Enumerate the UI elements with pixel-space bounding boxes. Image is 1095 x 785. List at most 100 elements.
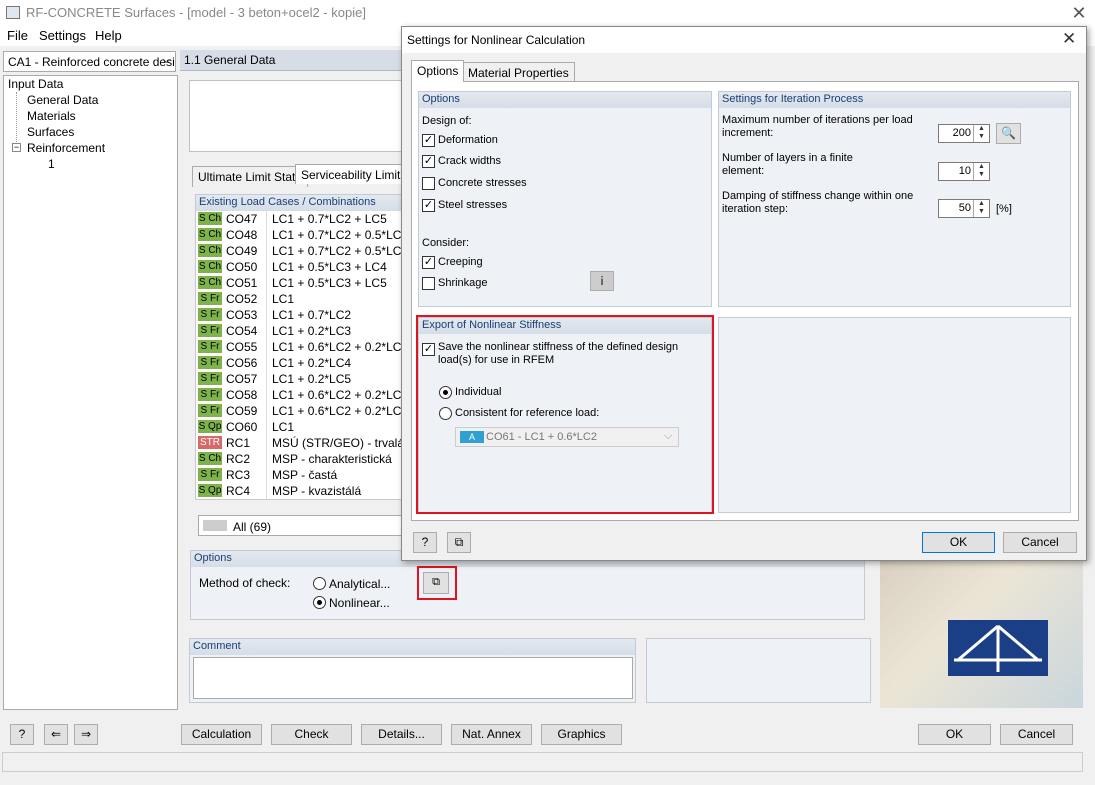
load-case-filter[interactable]: All (69) (198, 515, 405, 536)
load-case-description: LC1 + 0.2*LC3 (272, 324, 352, 338)
load-case-description: LC1 + 0.7*LC2 + 0.5*LC3 + (272, 244, 405, 258)
comment-title: Comment (190, 639, 635, 655)
tree-item-reinforcement-1[interactable]: 1 (48, 157, 55, 171)
crack-widths-label: Crack widths (438, 155, 501, 167)
help-button[interactable]: ? (10, 724, 34, 745)
cancel-button[interactable]: Cancel (1000, 724, 1073, 745)
design-of-label: Design of: (422, 115, 472, 127)
tab-ultimate-limit-state[interactable]: Ultimate Limit State (192, 166, 309, 187)
load-case-badge: S Fr (198, 468, 222, 481)
ok-button[interactable]: OK (918, 724, 991, 745)
load-case-badge: S Ch (198, 244, 222, 257)
column-separator (266, 435, 267, 451)
load-case-badge: S Fr (198, 324, 222, 337)
column-separator (266, 259, 267, 275)
table-row[interactable]: S Ch RC2 MSP - charakteristická (196, 451, 404, 467)
spinner-arrows-icon[interactable]: ▲ ▼ (973, 163, 989, 180)
tree-item-surfaces[interactable]: Surfaces (27, 125, 74, 139)
comment-textarea[interactable] (193, 657, 633, 699)
table-row[interactable]: S Fr CO58 LC1 + 0.6*LC2 + 0.2*LC4 (196, 387, 405, 403)
load-case-description: LC1 (272, 292, 295, 306)
case-selector[interactable]: CA1 - Reinforced concrete desi ⌵ (3, 51, 176, 72)
tree-item-reinforcement[interactable]: Reinforcement (27, 141, 105, 155)
max-iterations-label-1: Maximum number of iterations per load (722, 114, 913, 126)
menu-help[interactable]: Help (95, 28, 122, 43)
load-case-description: LC1 + 0.6*LC2 + 0.2*LC4 (272, 388, 405, 402)
layers-spinner[interactable]: 10 ▲ ▼ (938, 162, 990, 181)
damping-spinner[interactable]: 50 ▲ ▼ (938, 199, 990, 218)
close-icon[interactable]: ✕ (1068, 2, 1090, 24)
column-separator (266, 483, 267, 499)
load-cases-group: Existing Load Cases / Combinations S Ch C… (195, 194, 405, 500)
layers-label-1: Number of layers in a finite (722, 152, 853, 164)
dialog-title-bar: Settings for Nonlinear Calculation ✕ (402, 27, 1086, 53)
highlight-nonlinear-settings (417, 566, 457, 600)
load-case-badge: S Fr (198, 372, 222, 385)
column-separator (266, 323, 267, 339)
table-row[interactable]: S Ch CO48 LC1 + 0.7*LC2 + 0.5*LC3 + (196, 227, 404, 243)
load-case-id: CO54 (226, 324, 258, 338)
tab-options[interactable]: Options (411, 60, 465, 82)
table-row[interactable]: S Ch CO51 LC1 + 0.5*LC3 + LC5 (196, 275, 404, 291)
table-row[interactable]: S Fr CO54 LC1 + 0.2*LC3 (196, 323, 404, 339)
max-iterations-value: 200 (952, 127, 971, 139)
table-row[interactable]: S Fr CO56 LC1 + 0.2*LC4 (196, 355, 404, 371)
graphics-button[interactable]: Graphics (541, 724, 622, 745)
max-iterations-detail-button[interactable]: 🔍 (996, 123, 1021, 144)
load-case-id: CO49 (226, 244, 258, 258)
collapse-icon[interactable]: − (12, 143, 21, 152)
load-cases-list[interactable]: S Ch CO47 LC1 + 0.7*LC2 + LC5 S Ch CO48 LC1 +… (196, 211, 405, 499)
concrete-stresses-checkbox[interactable] (422, 177, 435, 190)
check-button[interactable]: Check (271, 724, 352, 745)
dialog-cancel-button[interactable]: Cancel (1003, 532, 1077, 553)
load-case-id: CO48 (226, 228, 258, 242)
table-row[interactable]: S Qp RC4 MSP - kvazistálá (196, 483, 404, 499)
dialog-help-button[interactable]: ? (413, 532, 437, 553)
menu-settings[interactable]: Settings (39, 28, 86, 43)
creeping-checkbox[interactable]: ✓ (422, 256, 435, 269)
deformation-checkbox[interactable]: ✓ (422, 134, 435, 147)
spinner-arrows-icon[interactable]: ▲ ▼ (973, 200, 989, 217)
table-row[interactable]: S Ch CO50 LC1 + 0.5*LC3 + LC4 (196, 259, 404, 275)
steel-stresses-checkbox[interactable]: ✓ (422, 199, 435, 212)
crack-widths-checkbox[interactable]: ✓ (422, 155, 435, 168)
load-case-badge: S Fr (198, 404, 222, 417)
module-graphic (880, 560, 1083, 708)
load-case-badge: S Fr (198, 308, 222, 321)
table-row[interactable]: S Fr CO55 LC1 + 0.6*LC2 + 0.2*LC3 (196, 339, 404, 355)
details-button[interactable]: Details... (361, 724, 442, 745)
table-row[interactable]: S Fr CO57 LC1 + 0.2*LC5 (196, 371, 404, 387)
table-row[interactable]: S Ch CO47 LC1 + 0.7*LC2 + LC5 (196, 211, 404, 227)
calculation-button[interactable]: Calculation (181, 724, 262, 745)
nonlinear-radio[interactable] (313, 596, 326, 609)
analytical-radio[interactable] (313, 577, 326, 590)
arrow-right-icon: ⇒ (80, 727, 92, 741)
layers-value: 10 (958, 165, 971, 177)
spinner-arrows-icon[interactable]: ▲ ▼ (973, 125, 989, 142)
load-case-badge: S Ch (198, 452, 222, 465)
nonlinear-settings-dialog: Settings for Nonlinear Calculation ✕ Opt… (401, 26, 1087, 561)
table-row[interactable]: S Ch CO49 LC1 + 0.7*LC2 + 0.5*LC3 + (196, 243, 405, 259)
table-row[interactable]: S Fr CO59 LC1 + 0.6*LC2 + 0.2*LC5 (196, 403, 404, 419)
shrinkage-checkbox[interactable] (422, 277, 435, 290)
table-row[interactable]: S Fr CO53 LC1 + 0.7*LC2 (196, 307, 404, 323)
tree-root-input-data[interactable]: Input Data (8, 77, 63, 91)
tree-item-materials[interactable]: Materials (27, 109, 76, 123)
table-row[interactable]: S Fr CO52 LC1 (196, 291, 404, 307)
menu-file[interactable]: File (7, 28, 28, 43)
dialog-ok-button[interactable]: OK (922, 532, 995, 553)
table-row[interactable]: STR RC1 MSÚ (STR/GEO) - trvalá/d (196, 435, 404, 451)
tree-item-general-data[interactable]: General Data (27, 93, 98, 107)
dialog-options-title: Options (419, 92, 711, 108)
max-iterations-spinner[interactable]: 200 ▲ ▼ (938, 124, 990, 143)
table-row[interactable]: S Qp CO60 LC1 (196, 419, 404, 435)
previous-button[interactable]: ⇐ (44, 724, 68, 745)
info-button[interactable]: i (590, 271, 614, 291)
table-row[interactable]: S Fr RC3 MSP - častá (196, 467, 404, 483)
dialog-close-icon[interactable]: ✕ (1062, 29, 1076, 49)
dialog-defaults-button[interactable]: ⧉ (447, 532, 471, 553)
nat-annex-button[interactable]: Nat. Annex (451, 724, 532, 745)
load-case-id: RC2 (226, 452, 251, 466)
tab-material-properties[interactable]: Material Properties (462, 62, 575, 83)
next-button[interactable]: ⇒ (74, 724, 98, 745)
